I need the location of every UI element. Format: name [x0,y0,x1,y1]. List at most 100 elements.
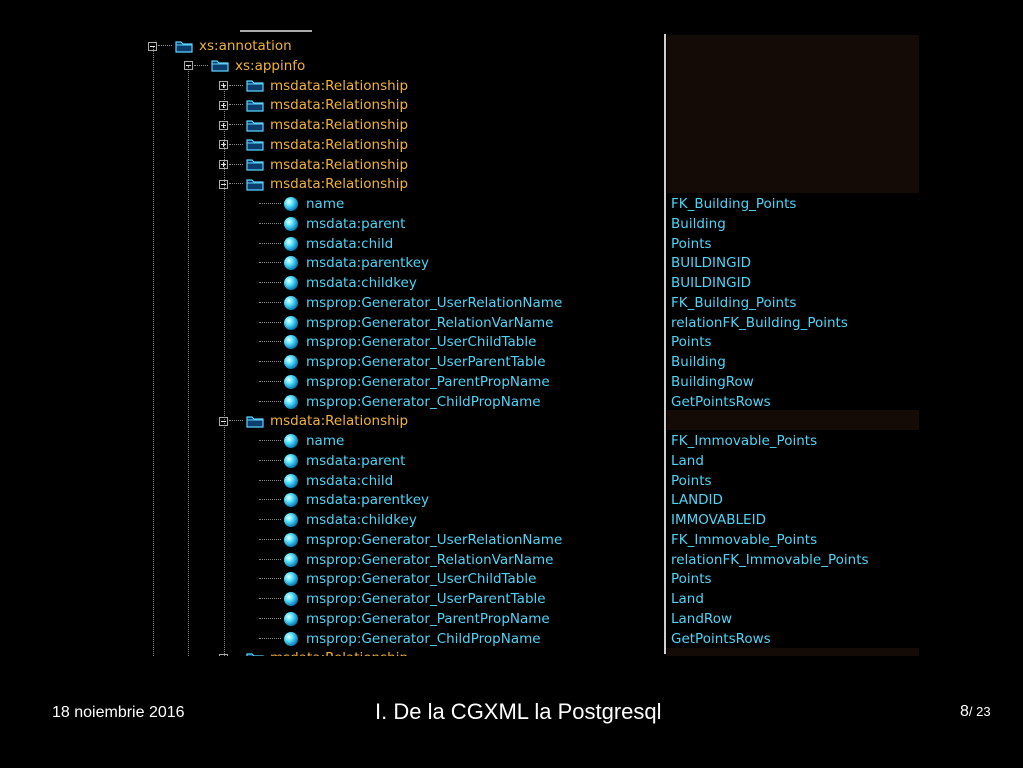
expand-toggle-icon[interactable] [219,120,228,130]
tree-connector [229,124,243,126]
attribute-row[interactable]: msdata:parent [258,451,405,471]
node-relationship-expanded[interactable]: msdata:Relationship [219,411,408,431]
attribute-name: msdata:child [306,235,394,252]
tree-connector [158,45,172,47]
node-label: xs:annotation [199,38,292,54]
node-label: msdata:Relationship [270,136,409,153]
attribute-row[interactable]: msdata:child [258,471,393,491]
attribute-value: FK_Immovable_Points [671,433,818,449]
attribute-row[interactable]: msprop:Generator_UserChildTable [258,332,536,352]
attribute-value: Building [671,215,726,232]
attribute-name: msdata:childkey [306,275,417,291]
tree-connector [259,242,281,245]
collapse-toggle-icon[interactable] [219,653,228,656]
attribute-row[interactable]: msdata:child [258,234,393,254]
attribute-name: name [306,433,345,449]
expand-toggle-icon[interactable] [219,160,228,169]
node-xs-annotation[interactable]: xs:annotation [148,36,292,56]
node-relationship-expanded[interactable]: msdata:Relationship [219,174,408,194]
attribute-row[interactable]: msprop:Generator_UserRelationName [258,530,562,550]
attribute-name: msprop:Generator_UserParentTable [306,591,546,607]
tree-connector [259,361,281,363]
node-relationship-collapsed[interactable]: msdata:Relationship [219,95,408,115]
attribute-row[interactable]: msprop:Generator_UserParentTable [258,352,546,372]
attribute-icon [284,513,298,527]
folder-icon [246,119,264,132]
attribute-row[interactable]: msprop:Generator_RelationVarName [258,550,554,570]
folder-icon [246,100,264,112]
attribute-row[interactable]: msdata:parentkey [258,490,429,510]
expand-toggle-icon[interactable] [219,81,228,90]
collapse-toggle-icon[interactable] [148,41,157,51]
node-label: msdata:Relationship [270,176,409,193]
attribute-row[interactable]: msprop:Generator_RelationVarName [258,313,554,333]
node-relationship-collapsed[interactable]: msdata:Relationship [219,155,408,175]
attribute-value: relationFK_Immovable_Points [671,551,869,568]
attribute-name: msprop:Generator_UserRelationName [306,294,563,311]
tree-connector [259,400,281,403]
footer-date: 18 noiembrie 2016 [52,704,185,721]
attribute-value: FK_Immovable_Points [671,531,818,548]
attribute-icon [284,355,298,369]
attribute-row[interactable]: msprop:Generator_ChildPropName [258,629,541,649]
attribute-icon [284,532,298,547]
attribute-row[interactable]: msprop:Generator_ParentPropName [258,609,550,629]
collapse-toggle-icon[interactable] [219,416,228,426]
attribute-name: msprop:Generator_UserParentTable [306,354,546,370]
tree-connector [229,104,243,106]
column-divider[interactable] [664,34,666,654]
node-relationship-collapsed[interactable]: msdata:Relationship [219,135,408,155]
attribute-name: msprop:Generator_UserRelationName [306,531,563,548]
tree-connector [259,598,281,600]
node-relationship-collapsed[interactable]: msdata:Relationship [219,115,408,135]
attribute-row[interactable]: msprop:Generator_ChildPropName [258,392,541,412]
attribute-value: relationFK_Building_Points [671,314,848,331]
attribute-icon [284,611,298,626]
tree-connector [229,183,243,185]
attribute-row[interactable]: name [258,431,344,451]
node-xs-appinfo[interactable]: xs:appinfo [184,56,305,76]
tree-connector [259,538,281,541]
attribute-row[interactable]: msdata:parentkey [258,253,429,273]
node-label: msdata:Relationship [270,97,409,114]
attribute-row[interactable]: msdata:parent [258,214,405,234]
tree-connector [194,64,208,67]
attribute-name: msdata:child [306,472,394,489]
node-relationship-partial[interactable]: msdata:Relationship [219,648,408,656]
expand-toggle-icon[interactable] [219,140,228,150]
tree-connector [259,341,281,343]
node-label: msdata:Relationship [270,77,409,94]
attribute-icon [284,256,298,271]
attribute-row[interactable]: name [258,194,344,214]
attribute-icon [284,572,298,587]
attribute-value: GetPointsRows [671,393,771,410]
attribute-value: BuildingRow [671,373,754,390]
folder-icon [211,60,229,72]
expand-toggle-icon[interactable] [219,100,228,110]
attribute-icon [284,216,298,231]
collapse-toggle-icon[interactable] [184,61,193,71]
tree-connector [259,440,281,442]
attribute-row[interactable]: msdata:childkey [258,510,417,530]
tree-guide-line [188,66,189,656]
value-row-shade [667,410,919,430]
tree-connector [259,222,281,225]
value-row-shade [667,648,919,656]
attribute-icon [284,434,298,448]
attribute-name: msdata:childkey [306,512,417,528]
tree-connector [259,380,281,383]
attribute-row[interactable]: msprop:Generator_UserRelationName [258,293,562,313]
node-label: msdata:Relationship [270,648,408,656]
collapse-toggle-icon[interactable] [219,179,228,189]
folder-icon [246,139,264,151]
footer-page-number: 8/ 23 [960,703,991,721]
attribute-value: LANDID [671,492,723,509]
attribute-value: Points [671,472,712,489]
attribute-row[interactable]: msprop:Generator_ParentPropName [258,372,550,392]
attribute-row[interactable]: msdata:childkey [258,273,417,293]
tree-connector [259,499,281,501]
attribute-row[interactable]: msprop:Generator_UserChildTable [258,569,536,589]
tree-connector [259,617,281,620]
attribute-row[interactable]: msprop:Generator_UserParentTable [258,589,546,609]
node-relationship-collapsed[interactable]: msdata:Relationship [219,76,408,96]
